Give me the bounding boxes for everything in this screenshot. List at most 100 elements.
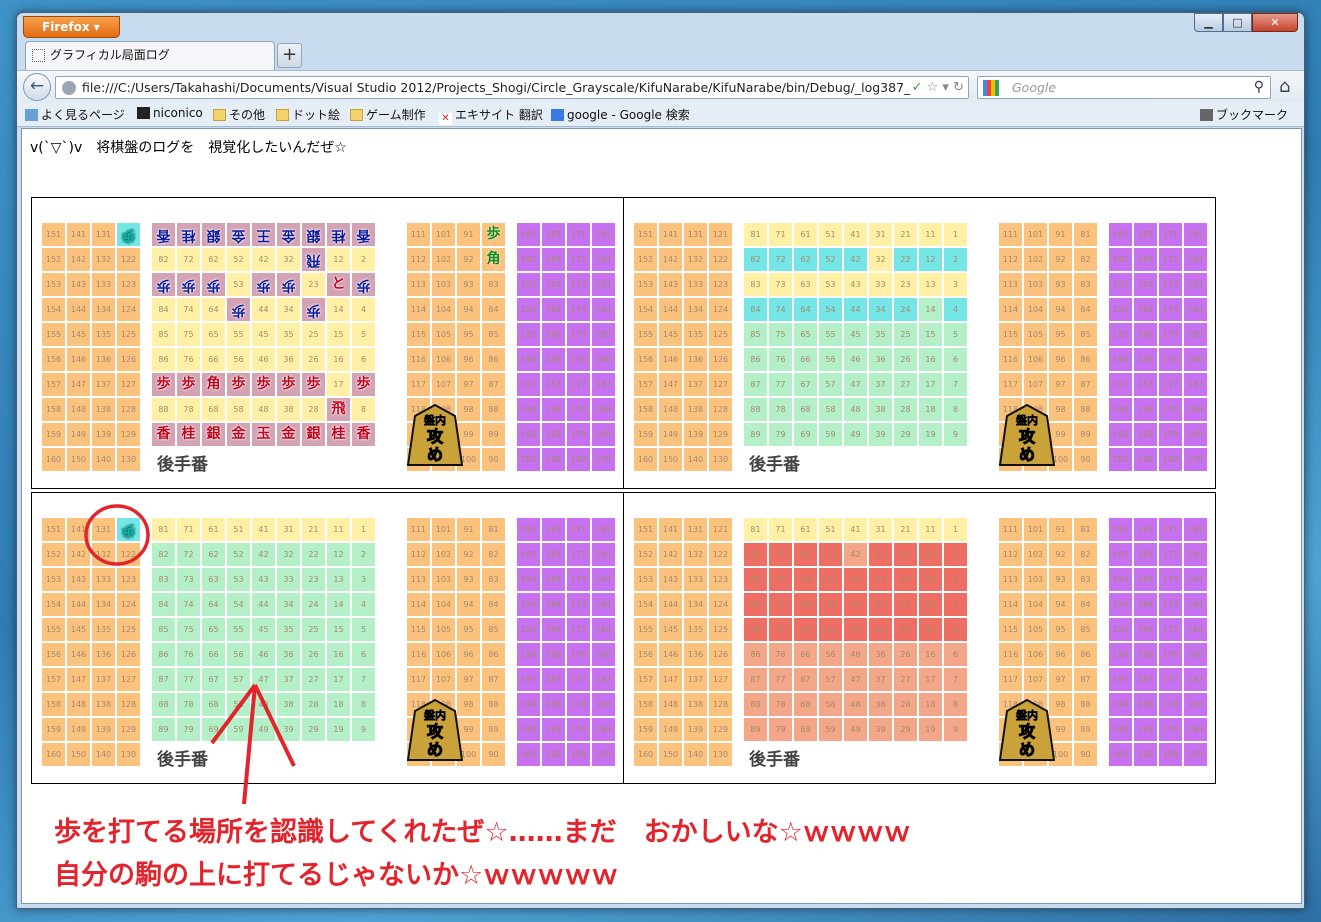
board-cell: 26 (894, 643, 917, 666)
komadai-cell: 84 (1074, 593, 1097, 616)
komadai-cell: 158 (42, 398, 65, 421)
board-cell: 39 (869, 718, 892, 741)
home-icon[interactable]: ⌂ (1279, 76, 1290, 97)
shogi-piece: 歩 (356, 277, 371, 293)
komadai-cell: 124 (117, 593, 140, 616)
komadai-cell: 128 (709, 398, 732, 421)
firefox-menu-button[interactable]: Firefox ▾ (23, 16, 120, 38)
back-button[interactable]: ← (23, 73, 51, 101)
dropdown-icon[interactable]: ▾ (942, 80, 949, 95)
komadai-cell: 196 (1109, 348, 1132, 371)
board-cell: 81 (152, 518, 175, 541)
komadai-cell: 131 (684, 223, 707, 246)
komadai-cell: 144 (659, 593, 682, 616)
komadai-cell: 166 (1184, 643, 1207, 666)
svg-text:め: め (1019, 740, 1035, 759)
board-cell: 59 (819, 423, 842, 446)
board-cell: 88 (744, 693, 767, 716)
bookmarks-menu-button[interactable]: ブックマーク (1200, 106, 1288, 123)
komadai-cell: 200 (517, 448, 540, 471)
board-cell: 24 (302, 593, 325, 616)
bookmark-gamedev[interactable]: ゲーム制作 (350, 106, 426, 123)
komadai-cell: 147 (659, 668, 682, 691)
komadai-cell: 196 (517, 643, 540, 666)
komadai-cell: 103 (432, 568, 455, 591)
bookmark-excite[interactable]: ✕ エキサイト 翻訳 (439, 106, 543, 125)
bookmark-dotart[interactable]: ドット絵 (276, 106, 340, 123)
board-cell: 68 (794, 693, 817, 716)
board-cell: 47 (252, 668, 275, 691)
board-cell: 29 (894, 718, 917, 741)
url-bar[interactable]: file:///C:/Users/Takahashi/Documents/Vis… (55, 76, 969, 99)
komadai-cell: 138 (92, 398, 115, 421)
tab-graphical-log[interactable]: グラフィカル局面ログ (25, 41, 275, 70)
star-icon[interactable]: ☆ (927, 80, 939, 95)
komadai-cell: 174 (567, 298, 590, 321)
komadai-cell: 111 (999, 223, 1022, 246)
bookmark-frequent[interactable]: よく見るページ (25, 106, 125, 123)
board-cell: 21 (302, 518, 325, 541)
shogi-piece: 歩 (206, 277, 221, 293)
board-cell: 6 (944, 643, 967, 666)
komadai-cell: 136 (92, 348, 115, 371)
close-button[interactable]: ✕ (1252, 13, 1298, 32)
komadai-cell: 125 (709, 618, 732, 641)
komadai-cell: 132 (92, 248, 115, 271)
komadai-cell: 185 (1134, 618, 1157, 641)
komadai-cell: 175 (1159, 323, 1182, 346)
board-cell: 44 (844, 593, 867, 616)
komadai-cell: 81 (1074, 518, 1097, 541)
firefox-window: Firefox ▾ ▁ □ ✕ グラフィカル局面ログ + ← file:///C… (16, 12, 1305, 909)
board-grid: 1511411311211521421321221531431331231541… (31, 197, 1216, 785)
shogi-piece: 歩 (231, 376, 246, 392)
komadai-cell: 199 (517, 718, 540, 741)
minimize-button[interactable]: ▁ (1194, 13, 1223, 32)
komadai-cell: 91 (457, 518, 480, 541)
google-icon (551, 109, 564, 121)
search-icon[interactable]: ⚲ (1254, 77, 1264, 98)
page-icon (32, 49, 45, 62)
bookmark-google[interactable]: google - Google 検索 (551, 106, 690, 123)
board-cell: 59 (819, 718, 842, 741)
maximize-button[interactable]: □ (1223, 13, 1252, 32)
google-icon[interactable] (983, 80, 999, 96)
check-icon[interactable]: ✓ (912, 80, 923, 95)
komadai-cell: 156 (42, 643, 65, 666)
komadai-cell: 168 (1184, 398, 1207, 421)
board-cell: 4 (944, 298, 967, 321)
komadai-cell: 174 (567, 593, 590, 616)
board-cell: 26 (302, 348, 325, 371)
komadai-cell: 87 (482, 668, 505, 691)
komadai-cell: 127 (709, 668, 732, 691)
board-cell: 57 (819, 373, 842, 396)
window-controls: ▁ □ ✕ (1194, 13, 1298, 32)
komadai-cell: 162 (1184, 543, 1207, 566)
board-cell: 54 (227, 593, 250, 616)
komadai-cell: 136 (684, 348, 707, 371)
board-cell: 2 (944, 248, 967, 271)
komadai-cell: 166 (592, 348, 615, 371)
komadai-cell: 94 (1049, 593, 1072, 616)
turn-label: 後手番 (157, 455, 208, 475)
komadai-cell: 186 (1134, 643, 1157, 666)
shogi-piece: 銀 (206, 426, 221, 442)
bookmark-sonota[interactable]: その他 (213, 106, 265, 123)
komadai-cell: 93 (457, 273, 480, 296)
komadai-cell: 165 (1184, 323, 1207, 346)
search-box[interactable]: Google ⚲ (977, 76, 1271, 99)
board-cell: 36 (869, 348, 892, 371)
board-cell: 11 (919, 223, 942, 246)
board-cell: 61 (202, 518, 225, 541)
komadai-cell: 171 (567, 518, 590, 541)
bookmark-niconico[interactable]: niconico (137, 106, 203, 120)
reload-icon[interactable]: ↻ (953, 80, 964, 95)
board-cell: 48 (844, 398, 867, 421)
new-tab-button[interactable]: + (277, 43, 302, 68)
board-cell: 69 (794, 718, 817, 741)
komadai-cell: 159 (634, 718, 657, 741)
svg-text:盤内: 盤内 (423, 708, 446, 722)
komadai-cell: 190 (542, 448, 565, 471)
komadai-cell: 96 (457, 643, 480, 666)
board-cell: 34 (277, 593, 300, 616)
komadai-cell: 95 (457, 618, 480, 641)
